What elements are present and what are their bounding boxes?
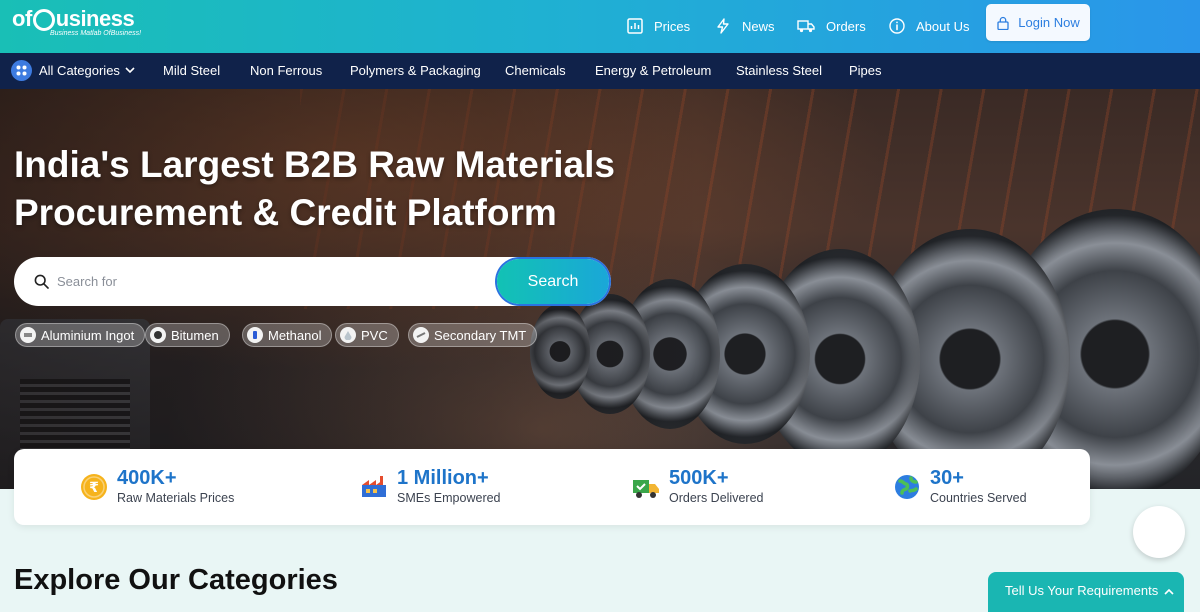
search-button[interactable]: Search	[497, 259, 609, 304]
globe-icon	[895, 475, 919, 499]
truck-icon	[797, 20, 815, 33]
stat-countries: 30+ Countries Served	[893, 467, 1027, 505]
search-icon	[34, 274, 49, 289]
nav-orders-label: Orders	[826, 18, 866, 34]
chip-bitumen[interactable]: Bitumen	[145, 323, 230, 347]
search-input[interactable]	[57, 269, 477, 294]
grid-icon	[11, 60, 32, 81]
pvc-icon	[340, 327, 356, 343]
tell-us-label: Tell Us Your Requirements	[1005, 583, 1159, 598]
stat-value: 30+	[930, 467, 964, 489]
aluminium-icon	[20, 327, 36, 343]
chip-pvc[interactable]: PVC	[335, 323, 399, 347]
nav-orders[interactable]: Orders	[797, 14, 866, 38]
stat-label: Raw Materials Prices	[117, 491, 235, 505]
chip-label: Methanol	[268, 327, 322, 343]
all-categories-dropdown[interactable]: All Categories	[11, 60, 135, 81]
stat-value: 1 Million+	[397, 467, 489, 489]
chat-widget-button[interactable]	[1133, 506, 1185, 558]
search-bar: Search	[14, 257, 611, 306]
delivery-truck-icon	[633, 480, 659, 498]
category-link-stainless[interactable]: Stainless Steel	[736, 63, 822, 78]
nav-about-label: About Us	[916, 18, 970, 34]
chip-methanol[interactable]: Methanol	[242, 323, 333, 347]
section-title: Explore Our Categories	[14, 564, 338, 596]
nav-news[interactable]: News	[715, 14, 775, 38]
lock-icon	[997, 16, 1009, 30]
hero-title-line1: India's Largest B2B Raw Materials	[14, 144, 615, 185]
chip-label: Aluminium Ingot	[41, 327, 135, 343]
stat-label: Orders Delivered	[669, 491, 764, 505]
logo-tagline: Business Matlab OfBusiness!	[50, 30, 142, 37]
bitumen-icon	[150, 327, 166, 343]
logo-wordmark: of usiness	[12, 6, 135, 31]
chevron-down-icon	[125, 67, 135, 74]
category-link-mild-steel[interactable]: Mild Steel	[163, 63, 220, 78]
stat-value: 400K+	[117, 467, 177, 489]
methanol-icon	[247, 327, 263, 343]
rupee-coin-icon: ₹	[81, 474, 107, 500]
top-header: of usiness Business Matlab OfBusiness! Pr…	[0, 0, 1200, 53]
nav-prices[interactable]: Prices	[627, 14, 690, 38]
nav-about[interactable]: About Us	[889, 14, 969, 38]
stat-value: 500K+	[669, 467, 729, 489]
stat-label: Countries Served	[930, 491, 1027, 505]
lightning-icon	[717, 18, 729, 34]
stat-smes: 1 Million+ SMEs Empowered	[360, 467, 501, 505]
chip-label: PVC	[361, 327, 388, 343]
brand-logo[interactable]: of usiness Business Matlab OfBusiness!	[12, 6, 141, 37]
tell-us-requirements-button[interactable]: Tell Us Your Requirements	[988, 572, 1184, 612]
chip-label: Secondary TMT	[434, 327, 527, 343]
stat-orders: 500K+ Orders Delivered	[632, 467, 763, 505]
category-bar: All Categories Mild Steel Non Ferrous Po…	[0, 53, 1200, 89]
login-button[interactable]: Login Now	[986, 4, 1090, 41]
nav-prices-label: Prices	[654, 18, 691, 34]
nav-news-label: News	[742, 18, 775, 34]
svg-text:₹: ₹	[89, 480, 99, 496]
stats-card: ₹ 400K+ Raw Materials Prices 1 Million+ …	[14, 449, 1090, 525]
stat-label: SMEs Empowered	[397, 491, 501, 505]
category-link-energy[interactable]: Energy & Petroleum	[595, 63, 711, 78]
all-categories-label: All Categories	[39, 63, 120, 78]
chart-icon	[627, 18, 643, 34]
category-link-polymers[interactable]: Polymers & Packaging	[350, 63, 481, 78]
category-link-pipes[interactable]: Pipes	[849, 63, 882, 78]
hero-title: India's Largest B2B Raw Materials Procur…	[14, 141, 615, 237]
info-icon	[889, 18, 905, 34]
factory-icon	[362, 476, 386, 497]
chevron-up-icon	[1164, 588, 1174, 595]
tmt-bar-icon	[413, 327, 429, 343]
category-link-chemicals[interactable]: Chemicals	[505, 63, 566, 78]
chip-aluminium-ingot[interactable]: Aluminium Ingot	[15, 323, 146, 347]
stat-raw-materials: ₹ 400K+ Raw Materials Prices	[80, 467, 234, 505]
login-button-label: Login Now	[1018, 15, 1080, 30]
chip-label: Bitumen	[171, 327, 219, 343]
chip-secondary-tmt[interactable]: Secondary TMT	[408, 323, 538, 347]
hero-banner: India's Largest B2B Raw Materials Procur…	[0, 89, 1200, 489]
hero-title-line2: Procurement & Credit Platform	[14, 192, 557, 233]
category-link-non-ferrous[interactable]: Non Ferrous	[250, 63, 322, 78]
